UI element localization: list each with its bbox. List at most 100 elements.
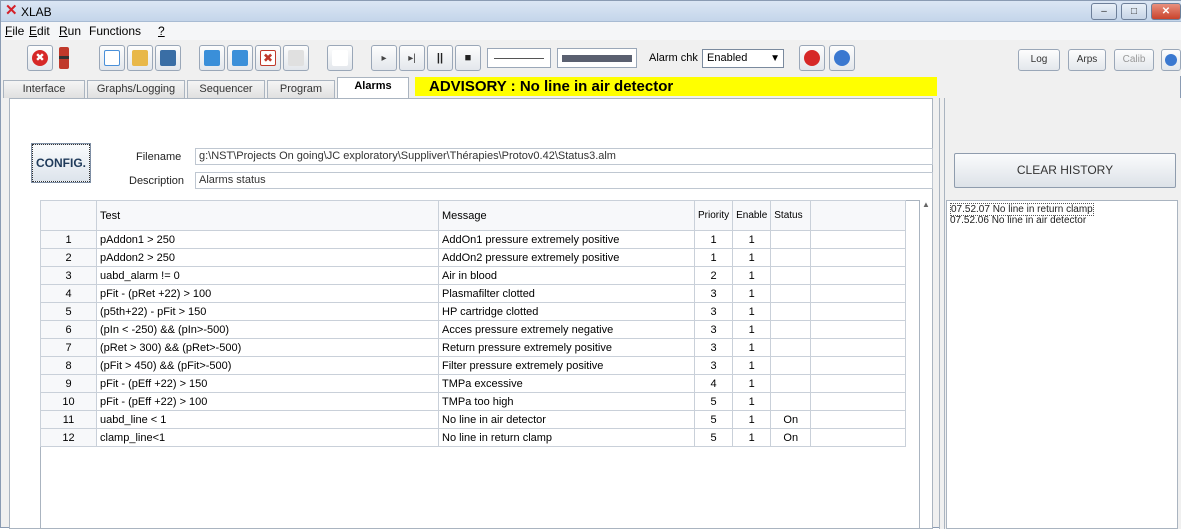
table-row[interactable]: 5 (p5th+22) - pFit > 150 HP cartridge clot… [40, 302, 907, 321]
delete-button[interactable]: ✖ [255, 45, 281, 71]
config-button[interactable]: CONFIG. [31, 143, 91, 183]
column-header-status[interactable]: Status [770, 200, 812, 231]
column-header-message[interactable]: Message [438, 200, 695, 231]
table-button[interactable] [283, 45, 309, 71]
priority-cell[interactable]: 3 [693, 320, 734, 339]
line-style-thick[interactable] [557, 48, 637, 68]
priority-cell[interactable]: 1 [693, 230, 734, 249]
row-number-cell[interactable]: 1 [40, 230, 97, 249]
enable-cell[interactable]: 1 [732, 284, 772, 303]
table-row[interactable]: 11 uabd_line < 1 No line in air detector 5 1… [40, 410, 907, 429]
message-cell[interactable]: No line in return clamp [438, 428, 695, 447]
column-header-test[interactable]: Test [96, 200, 439, 231]
enable-cell[interactable]: 1 [732, 320, 772, 339]
tab-alarms[interactable]: Alarms [337, 77, 409, 98]
info-button[interactable] [1161, 49, 1181, 71]
test-cell[interactable]: pAddon2 > 250 [96, 248, 439, 267]
priority-cell[interactable]: 5 [693, 410, 734, 429]
pause-button[interactable]: || [427, 45, 453, 71]
message-cell[interactable]: Return pressure extremely positive [438, 338, 695, 357]
enable-cell[interactable]: 1 [732, 338, 772, 357]
message-cell[interactable]: No line in air detector [438, 410, 695, 429]
row-number-cell[interactable]: 6 [40, 320, 97, 339]
reset-button[interactable] [829, 45, 855, 71]
status-cell[interactable] [770, 266, 812, 285]
enable-cell[interactable]: 1 [732, 392, 772, 411]
priority-cell[interactable]: 4 [693, 374, 734, 393]
table-row[interactable]: 12 clamp_line<1 No line in return clamp 5 1 O… [40, 428, 907, 447]
line-style-thin[interactable] [487, 48, 551, 68]
test-cell[interactable]: clamp_line<1 [96, 428, 439, 447]
play-button[interactable]: ▸ [371, 45, 397, 71]
maximize-button[interactable]: □ [1121, 3, 1147, 20]
minimize-button[interactable]: – [1091, 3, 1117, 20]
filename-field[interactable]: g:\NST\Projects On going\JC exploratory\… [195, 148, 933, 165]
enable-cell[interactable]: 1 [732, 248, 772, 267]
status-cell[interactable] [770, 374, 812, 393]
test-cell[interactable]: uabd_line < 1 [96, 410, 439, 429]
history-entry[interactable]: 07.52.06 No line in air detector [950, 215, 1086, 226]
test-cell[interactable]: pFit - (pEff +22) > 150 [96, 374, 439, 393]
menu-functions[interactable]: Functions [89, 24, 141, 38]
scroll-up-icon[interactable]: ▲ [919, 200, 933, 212]
open-folder-button[interactable] [127, 45, 153, 71]
status-cell[interactable]: On [770, 410, 812, 429]
log-button[interactable]: Log [1018, 49, 1060, 71]
step-button[interactable]: ▸| [399, 45, 425, 71]
close-button[interactable]: ✕ [1151, 3, 1181, 20]
arps-button[interactable]: Arps [1068, 49, 1106, 71]
history-list[interactable]: 07.52.07 No line in return clamp 07.52.0… [946, 200, 1178, 529]
menu-help[interactable]: ? [158, 24, 165, 38]
message-cell[interactable]: Plasmafilter clotted [438, 284, 695, 303]
clear-history-button[interactable]: CLEAR HISTORY [954, 153, 1176, 188]
priority-cell[interactable]: 3 [693, 356, 734, 375]
test-cell[interactable]: (pRet > 300) && (pRet>-500) [96, 338, 439, 357]
row-number-cell[interactable]: 12 [40, 428, 97, 447]
priority-cell[interactable]: 2 [693, 266, 734, 285]
alarm-button[interactable] [799, 45, 825, 71]
calib-button[interactable]: Calib [1114, 49, 1154, 71]
export-button[interactable] [199, 45, 225, 71]
status-cell[interactable] [770, 392, 812, 411]
table-row[interactable]: 9 pFit - (pEff +22) > 150 TMPa excessive 4 1 [40, 374, 907, 393]
table-row[interactable]: 8 (pFit > 450) && (pFit>-500) Filter press… [40, 356, 907, 375]
message-cell[interactable]: TMPa excessive [438, 374, 695, 393]
row-number-cell[interactable]: 11 [40, 410, 97, 429]
test-cell[interactable]: pAddon1 > 250 [96, 230, 439, 249]
status-cell[interactable] [770, 284, 812, 303]
priority-cell[interactable]: 3 [693, 302, 734, 321]
tab-interface[interactable]: Interface [3, 80, 85, 98]
blank-button[interactable] [327, 45, 353, 71]
column-header-enable[interactable]: Enable [732, 200, 772, 231]
tab-program[interactable]: Program [267, 80, 335, 98]
stop-run-button[interactable]: ■ [455, 45, 481, 71]
alarm-chk-select[interactable]: Enabled ▼ [702, 49, 784, 68]
status-cell[interactable] [770, 302, 812, 321]
priority-cell[interactable]: 1 [693, 248, 734, 267]
priority-cell[interactable]: 5 [693, 428, 734, 447]
menu-edit[interactable]: Edit [29, 24, 50, 38]
priority-cell[interactable]: 3 [693, 284, 734, 303]
status-cell[interactable] [770, 230, 812, 249]
enable-cell[interactable]: 1 [732, 410, 772, 429]
priority-cell[interactable]: 5 [693, 392, 734, 411]
message-cell[interactable]: AddOn1 pressure extremely positive [438, 230, 695, 249]
tab-sequencer[interactable]: Sequencer [187, 80, 265, 98]
import-button[interactable] [227, 45, 253, 71]
new-file-button[interactable] [99, 45, 125, 71]
menu-run[interactable]: Run [59, 24, 81, 38]
enable-cell[interactable]: 1 [732, 230, 772, 249]
test-cell[interactable]: pFit - (pEff +22) > 100 [96, 392, 439, 411]
message-cell[interactable]: HP cartridge clotted [438, 302, 695, 321]
save-button[interactable] [155, 45, 181, 71]
tab-graphs-logging[interactable]: Graphs/Logging [87, 80, 185, 98]
description-field[interactable]: Alarms status [195, 172, 933, 189]
enable-cell[interactable]: 1 [732, 374, 772, 393]
enable-cell[interactable]: 1 [732, 428, 772, 447]
status-cell[interactable]: On [770, 428, 812, 447]
enable-cell[interactable]: 1 [732, 266, 772, 285]
table-row[interactable]: 7 (pRet > 300) && (pRet>-500) Return press… [40, 338, 907, 357]
row-number-cell[interactable]: 8 [40, 356, 97, 375]
test-cell[interactable]: uabd_alarm != 0 [96, 266, 439, 285]
enable-cell[interactable]: 1 [732, 356, 772, 375]
